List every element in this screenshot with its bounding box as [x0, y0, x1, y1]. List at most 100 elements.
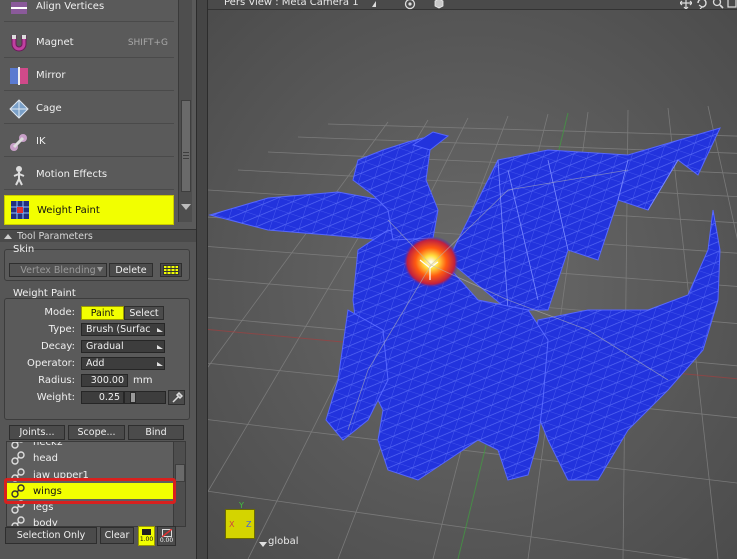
- zoom-icon[interactable]: [712, 0, 724, 9]
- pan-move-icon[interactable]: [680, 0, 692, 9]
- selection-only-button[interactable]: Selection Only: [5, 527, 97, 544]
- tool-magnet[interactable]: Magnet SHIFT+G: [4, 28, 174, 58]
- scrollbar-thumb[interactable]: [175, 464, 185, 482]
- delete-button[interactable]: Delete: [109, 263, 153, 277]
- full-weight-icon: [142, 529, 151, 535]
- view-menu-arrow-icon[interactable]: [372, 1, 376, 7]
- scrollbar-grip: [183, 158, 189, 159]
- tool-motion-effects[interactable]: Motion Effects: [4, 160, 174, 190]
- tool-list-scrollbar[interactable]: [178, 0, 192, 222]
- weight-slider[interactable]: [124, 391, 166, 404]
- operator-dropdown[interactable]: Add: [81, 357, 165, 370]
- scrollbar-thumb[interactable]: [181, 100, 191, 192]
- tool-weight-paint[interactable]: Weight Paint: [4, 195, 174, 225]
- scope-button[interactable]: Scope...: [68, 425, 125, 440]
- weight-input[interactable]: 0.25: [81, 391, 124, 404]
- viewport-scene[interactable]: [208, 10, 737, 559]
- joint-name: neck2: [33, 441, 64, 448]
- x-axis-label: X: [229, 520, 235, 529]
- mode-paint-button[interactable]: Paint: [81, 306, 124, 320]
- z-axis-label: Z: [246, 520, 252, 529]
- frame-all-icon[interactable]: [727, 0, 737, 9]
- pick-weight-button[interactable]: [168, 390, 185, 405]
- zero-weight-icon: [161, 528, 172, 537]
- joint-row-selected[interactable]: wings: [7, 483, 173, 499]
- joint-icon: [11, 500, 25, 514]
- target-icon[interactable]: [404, 0, 416, 10]
- radius-input[interactable]: 300.00: [81, 374, 128, 387]
- eyedropper-icon: [171, 391, 183, 403]
- joint-icon: [11, 516, 25, 526]
- mode-select-button[interactable]: Select: [124, 306, 164, 320]
- orbit-rotate-icon[interactable]: [696, 0, 708, 9]
- delete-label: Delete: [115, 264, 147, 276]
- y-axis-label: Y: [239, 501, 244, 510]
- cube-view-icon[interactable]: [433, 0, 445, 9]
- vertex-blending-button[interactable]: Vertex Blending: [9, 263, 107, 277]
- clear-button[interactable]: Clear: [100, 527, 134, 544]
- vertex-blending-label: Vertex Blending: [20, 264, 96, 276]
- type-label: Type:: [48, 324, 75, 335]
- decay-dropdown[interactable]: Gradual: [81, 340, 165, 353]
- decay-value: Gradual: [86, 341, 124, 352]
- viewport-title[interactable]: Pers View : Meta Camera 1: [224, 0, 359, 8]
- joint-row[interactable]: legs: [7, 499, 173, 515]
- coordinate-space-arrow-icon[interactable]: [259, 542, 267, 547]
- tool-label: IK: [36, 136, 46, 147]
- clear-label: Clear: [104, 530, 130, 541]
- bind-button[interactable]: Bind: [128, 425, 184, 440]
- weight-one-label: 1.00: [139, 536, 154, 543]
- joint-icon: [11, 484, 25, 498]
- type-dropdown[interactable]: Brush (Surfac: [81, 323, 165, 336]
- decay-label: Decay:: [40, 341, 75, 352]
- weight-slider-handle[interactable]: [130, 392, 136, 403]
- tool-mirror[interactable]: Mirror: [4, 61, 174, 91]
- joint-name: wings: [33, 485, 62, 497]
- joints-button[interactable]: Joints...: [9, 425, 65, 440]
- tool-ik[interactable]: IK: [4, 127, 174, 157]
- viewport-background: [208, 10, 737, 559]
- scope-label: Scope...: [77, 427, 116, 438]
- dropdown-arrow-icon: [157, 345, 163, 349]
- weight-zero-button[interactable]: 0.00: [157, 526, 176, 546]
- scrollbar-grip: [183, 155, 189, 156]
- axis-gizmo[interactable]: Y X Z: [225, 501, 255, 539]
- weight-paint-icon: [11, 201, 29, 219]
- dropdown-arrow-icon: [157, 328, 163, 332]
- joint-name: body: [33, 517, 58, 527]
- scroll-down-icon[interactable]: [181, 204, 191, 210]
- magnet-icon: [11, 34, 27, 51]
- tool-parameters-header[interactable]: Tool Parameters: [0, 229, 196, 242]
- tool-list: Align Vertices Magnet SHIFT+G Mirror Cag…: [0, 0, 196, 229]
- align-vertices-icon: [11, 1, 27, 14]
- radius-value: 300.00: [90, 375, 124, 386]
- tool-align-vertices[interactable]: Align Vertices: [4, 0, 174, 22]
- viewport-header: Pers View : Meta Camera 1: [208, 0, 737, 10]
- mode-label: Mode:: [44, 307, 75, 318]
- panel-divider[interactable]: [196, 0, 208, 559]
- motion-effects-icon: [13, 165, 25, 185]
- joint-row[interactable]: head: [7, 450, 173, 466]
- dropdown-arrow-icon: [157, 362, 163, 366]
- weight-one-button[interactable]: 1.00: [138, 526, 155, 546]
- joint-row[interactable]: neck2: [7, 441, 173, 450]
- joint-icon: [11, 442, 24, 449]
- weight-table-button[interactable]: [160, 263, 182, 277]
- weight-paint-group-title: Weight Paint: [13, 288, 76, 299]
- 3d-viewport[interactable]: Pers View : Meta Camera 1 Y X Z global: [208, 0, 737, 559]
- tool-label: Motion Effects: [36, 169, 108, 180]
- weight-zero-label: 0.00: [159, 536, 174, 544]
- grid-table-icon: [163, 265, 179, 275]
- joint-row[interactable]: jaw upper1: [7, 467, 173, 483]
- joint-list-scrollbar[interactable]: [173, 442, 185, 526]
- bind-label: Bind: [145, 427, 167, 438]
- tool-label: Magnet: [36, 37, 74, 48]
- joint-list[interactable]: neck2 head jaw upper1 wings legs body: [6, 441, 186, 527]
- tool-cage[interactable]: Cage: [4, 94, 174, 124]
- left-panel: Align Vertices Magnet SHIFT+G Mirror Cag…: [0, 0, 196, 559]
- mode-select-label: Select: [129, 307, 159, 319]
- coordinate-space-label[interactable]: global: [268, 536, 299, 547]
- joint-name: legs: [33, 501, 54, 513]
- weight-label: Weight:: [36, 392, 75, 403]
- tool-label: Weight Paint: [37, 204, 100, 216]
